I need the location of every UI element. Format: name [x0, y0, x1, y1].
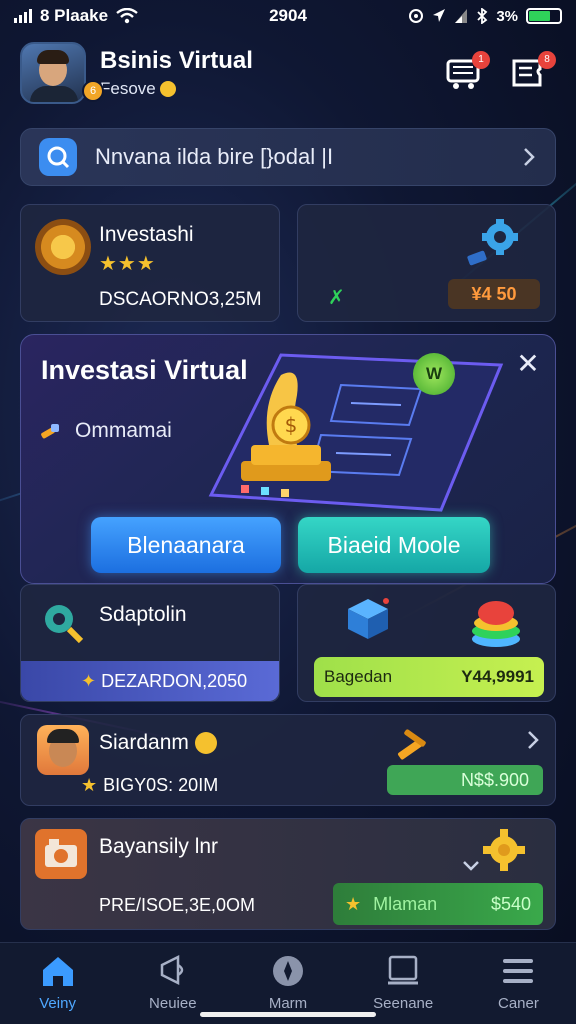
- bar-left: Bagedan: [324, 667, 393, 686]
- rating-stars: ★★★: [99, 253, 156, 275]
- pill-left: Mlaman: [373, 893, 438, 914]
- list-item[interactable]: Bayansily lnr PRE/ISOE,3E,0OM ★ Mlaman $…: [20, 818, 556, 930]
- x-brand-icon: ✗: [328, 287, 345, 309]
- avatar-badge: 6: [82, 80, 104, 102]
- bar-text: DEZARDON,2050: [101, 671, 248, 691]
- chips-stack-icon: [472, 601, 520, 647]
- nav-item-menu[interactable]: Caner: [461, 943, 576, 1024]
- primary-button[interactable]: Blenaanara: [91, 517, 281, 573]
- chevron-down-icon[interactable]: [461, 859, 481, 873]
- roulette-icon: [35, 219, 91, 275]
- nav-item-home[interactable]: Veiny: [0, 943, 115, 1024]
- star-icon: ★: [345, 893, 362, 914]
- price-pill: N$$.900: [387, 765, 543, 795]
- modal-title: Investasi Virtual: [41, 355, 248, 385]
- profile-subtitle: Fesove: [100, 79, 156, 98]
- value-bar: ✦ DEZARDON,2050: [21, 661, 279, 701]
- bundle-card[interactable]: Bagedan Y44,9991: [297, 584, 556, 702]
- bar-right: Y44,9991: [461, 667, 534, 686]
- status-bar: 8 Plaake 2904 3%: [0, 0, 576, 32]
- avatar: [37, 725, 89, 775]
- virtual-investment-modal: $ Investasi Virtual ✕ W Ommamai Blenaana…: [20, 334, 556, 584]
- header: 6 Bsinis Virtual Fesove 1 8: [20, 40, 556, 106]
- megaphone-icon: [160, 954, 184, 986]
- coin-icon: [159, 81, 176, 97]
- adaptation-card[interactable]: Sdaptolin ✦ DEZARDON,2050: [20, 584, 280, 702]
- modal-badge: W: [413, 353, 455, 395]
- nav-label: Veiny: [39, 995, 76, 1012]
- compass-icon: [273, 956, 303, 986]
- avatar[interactable]: [20, 42, 86, 104]
- clock: 2904: [269, 6, 307, 25]
- row-sub: PRE/ISOE,3E,0OM: [99, 895, 256, 915]
- investment-card[interactable]: Investashi ★★★ DSCAORNO3,25M: [20, 204, 280, 322]
- row-title: Siardanm: [99, 731, 189, 754]
- card-value: DSCAORNO3,25M: [99, 289, 262, 310]
- close-icon[interactable]: ✕: [513, 349, 543, 379]
- reward-card[interactable]: ✗ ¥4 50: [297, 204, 556, 322]
- chevron-right-icon: [528, 731, 539, 749]
- search-bar[interactable]: Nnvana ilda bire [}odal |I: [20, 128, 556, 186]
- battery-level: [529, 11, 550, 21]
- book-icon: [388, 955, 419, 985]
- gear-icon: [467, 219, 518, 266]
- menu-button[interactable]: 8: [510, 51, 556, 91]
- nav-label: Marm: [268, 995, 308, 1012]
- cart-button[interactable]: 1: [444, 51, 490, 91]
- price-pill: ¥4 50: [448, 279, 540, 309]
- card-title: Investashi: [99, 223, 194, 246]
- row-sub: BIGY0S: 20IM: [103, 775, 219, 795]
- nav-label: Caner: [497, 995, 539, 1012]
- search-icon: [39, 138, 77, 176]
- cube-icon: [348, 598, 389, 639]
- chevron-right-icon: [524, 148, 535, 166]
- profile-name: Bsinis Virtual: [100, 47, 253, 74]
- search-text: Nnvana ilda bire [}odal |I: [95, 144, 334, 169]
- gear-search-icon: [45, 605, 84, 644]
- price-pill: ★ Mlaman $540: [333, 883, 543, 925]
- nav-label: Seenane: [373, 995, 434, 1012]
- trophy-icon: $: [241, 372, 331, 481]
- hamburger-icon: [503, 959, 534, 983]
- bar-star-icon: ✦: [81, 671, 102, 691]
- hammer-icon: [41, 424, 59, 439]
- secondary-button[interactable]: Biaeid Moole: [298, 517, 490, 573]
- pill-right: $540: [490, 893, 531, 914]
- tools-icon: [398, 729, 426, 760]
- home-indicator[interactable]: [200, 1012, 376, 1017]
- modal-line-text: Ommamai: [75, 419, 172, 442]
- card-title: Sdaptolin: [99, 603, 187, 626]
- cart-badge: 1: [472, 51, 490, 69]
- list-item[interactable]: Siardanm ★ BIGY0S: 20IM N$$.900: [20, 714, 556, 806]
- menu-badge: 8: [538, 51, 556, 69]
- coin-icon: [194, 732, 217, 754]
- home-icon: [42, 957, 73, 986]
- gear-icon: [483, 829, 525, 871]
- nav-label: Neuiee: [149, 995, 197, 1012]
- svg-text:$: $: [285, 413, 298, 437]
- star-icon: ★: [81, 775, 98, 795]
- camera-icon: [35, 829, 87, 879]
- price-bar: Bagedan Y44,9991: [314, 657, 544, 697]
- battery-icon: [526, 8, 562, 24]
- row-title: Bayansily lnr: [99, 835, 219, 858]
